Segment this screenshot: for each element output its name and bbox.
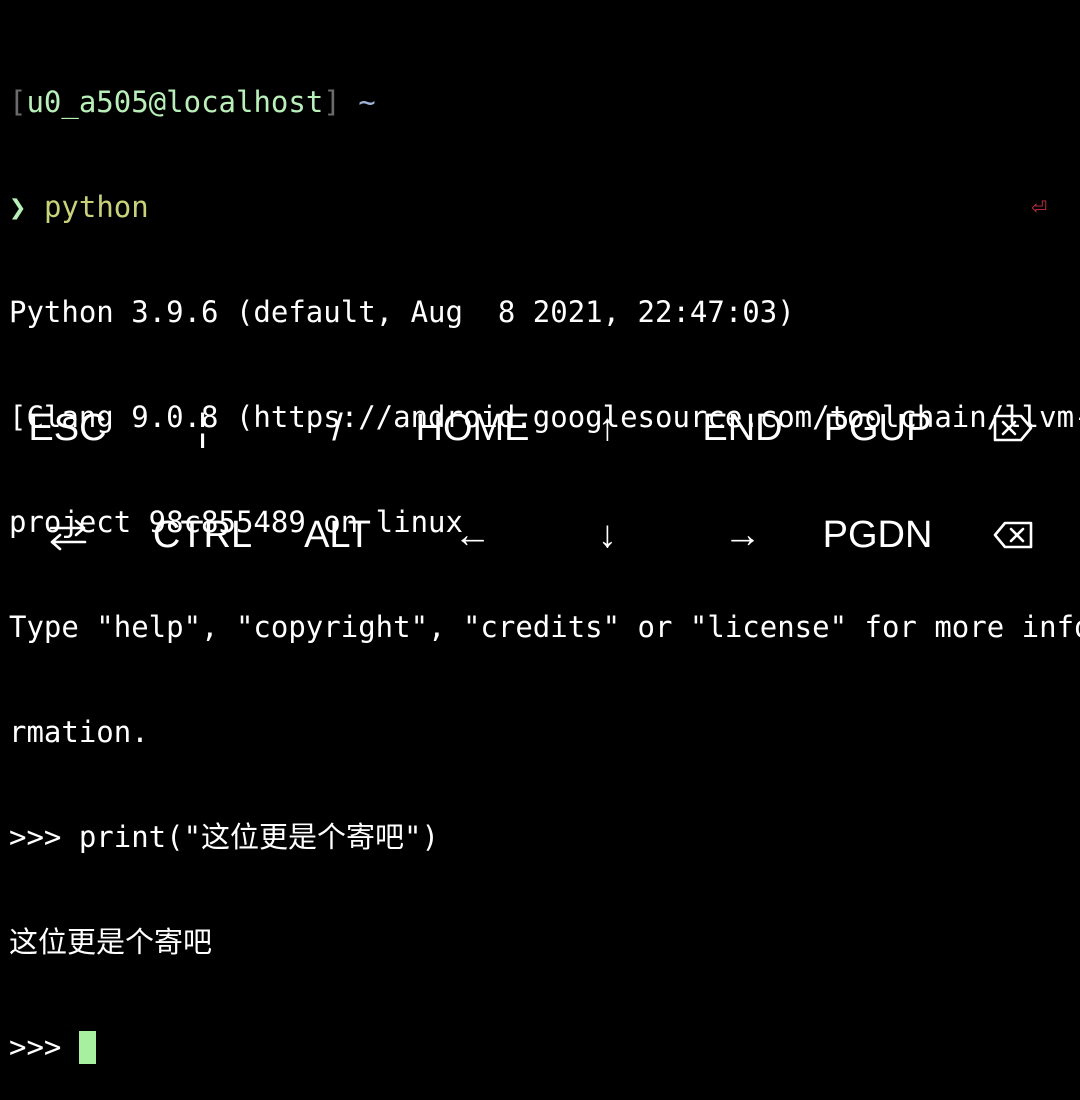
text-cursor xyxy=(78,1031,96,1064)
return-code-icon: ⏎ xyxy=(1031,192,1047,222)
backspace-icon xyxy=(993,521,1032,549)
ctrl-key[interactable]: CTRL xyxy=(135,482,270,588)
arrow-down-key[interactable]: ↓ xyxy=(540,482,675,588)
pgup-key[interactable]: PGUP xyxy=(810,375,945,481)
alt-key[interactable]: ALT xyxy=(270,482,405,588)
pgdn-key[interactable]: PGDN xyxy=(810,482,945,588)
delete-key[interactable] xyxy=(945,375,1080,481)
command-line: ❯ python ⏎ xyxy=(9,190,1071,225)
prompt-user-host: u0_a505@localhost xyxy=(26,85,324,119)
arrow-up-key[interactable]: ↑ xyxy=(540,375,675,481)
output-line: 这位更是个寄吧 xyxy=(9,925,213,959)
prompt-arrow-icon: ❯ xyxy=(9,190,27,224)
output-line: Type "help", "copyright", "credits" or "… xyxy=(9,610,1080,644)
arrow-right-key[interactable]: → xyxy=(675,482,810,588)
backspace-key[interactable] xyxy=(945,482,1080,588)
command-text: python xyxy=(43,190,149,224)
extra-keys-bar: ESC ¦ / HOME ↑ END PGUP CTRL ALT ← ↓ → P… xyxy=(0,375,1080,589)
python-prompt: >>> xyxy=(9,1030,79,1064)
current-input-line[interactable]: >>> xyxy=(9,1030,1071,1065)
tab-key[interactable] xyxy=(0,482,135,588)
arrow-up-icon: ↑ xyxy=(598,406,617,449)
end-key[interactable]: END xyxy=(675,375,810,481)
terminal-view[interactable]: [u0_a505@localhost] ~ ❯ python ⏎ Python 3… xyxy=(9,15,1080,1064)
extra-keys-row-2: CTRL ALT ← ↓ → PGDN xyxy=(0,482,1080,588)
prompt-open-bracket: [ xyxy=(9,85,27,119)
arrow-right-icon: → xyxy=(723,513,762,556)
home-key[interactable]: HOME xyxy=(405,375,540,481)
esc-key[interactable]: ESC xyxy=(0,375,135,481)
output-line: >>> print("这位更是个寄吧") xyxy=(9,820,439,854)
arrow-down-icon: ↓ xyxy=(598,513,617,556)
prompt-path: ~ xyxy=(358,85,376,119)
arrow-left-key[interactable]: ← xyxy=(405,482,540,588)
prompt-close-bracket: ] xyxy=(323,85,341,119)
tab-swap-icon xyxy=(49,519,86,551)
arrow-left-icon: ← xyxy=(453,513,492,556)
extra-keys-row-1: ESC ¦ / HOME ↑ END PGUP xyxy=(0,375,1080,481)
output-line: rmation. xyxy=(9,715,149,749)
delete-forward-icon xyxy=(993,414,1032,442)
shell-prompt-line: [u0_a505@localhost] ~ xyxy=(9,85,1071,120)
pipe-key[interactable]: ¦ xyxy=(135,375,270,481)
slash-key[interactable]: / xyxy=(270,375,405,481)
output-line: Python 3.9.6 (default, Aug 8 2021, 22:47… xyxy=(9,295,795,329)
